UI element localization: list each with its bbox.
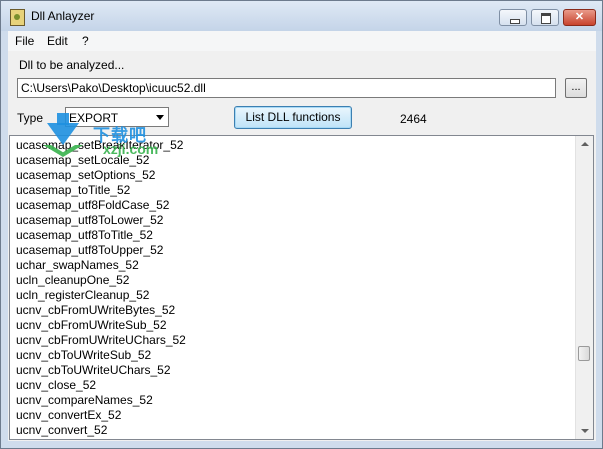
dll-path-input[interactable]: C:\Users\Pako\Desktop\icuuc52.dll xyxy=(17,78,556,98)
list-item[interactable]: uchar_swapNames_52 xyxy=(16,258,186,273)
minimize-icon xyxy=(510,19,520,24)
maximize-icon xyxy=(541,13,551,24)
list-item[interactable]: ucasemap_toTitle_52 xyxy=(16,183,186,198)
list-item[interactable]: ucasemap_utf8FoldCase_52 xyxy=(16,198,186,213)
list-item[interactable]: ucln_cleanupOne_52 xyxy=(16,273,186,288)
list-item[interactable]: ucnv_close_52 xyxy=(16,378,186,393)
list-item[interactable]: ucnv_cbFromUWriteBytes_52 xyxy=(16,303,186,318)
scroll-thumb[interactable] xyxy=(578,346,590,362)
list-item[interactable]: ucnv_cbFromUWriteSub_52 xyxy=(16,318,186,333)
path-label: Dll to be analyzed... xyxy=(19,58,125,72)
list-item[interactable]: ucln_registerCleanup_52 xyxy=(16,288,186,303)
type-label: Type xyxy=(17,111,44,125)
close-icon: ✕ xyxy=(574,11,585,23)
app-window: Dll Anlayzer ✕ File Edit ? Dll to be ana… xyxy=(0,0,603,449)
list-item[interactable]: ucnv_compareNames_52 xyxy=(16,393,186,408)
menu-edit[interactable]: Edit xyxy=(47,34,68,48)
list-item[interactable]: ucasemap_utf8ToTitle_52 xyxy=(16,228,186,243)
chevron-down-icon xyxy=(156,115,164,120)
menu-bar: File Edit ? xyxy=(8,31,596,51)
list-item[interactable]: ucnv_cbFromUWriteUChars_52 xyxy=(16,333,186,348)
menu-file[interactable]: File xyxy=(15,34,34,48)
list-dll-functions-button[interactable]: List DLL functions xyxy=(234,106,352,129)
list-item[interactable]: ucasemap_setOptions_52 xyxy=(16,168,186,183)
functions-list: ucasemap_setBreakIterator_52 ucasemap_set… xyxy=(16,138,186,438)
list-item[interactable]: ucasemap_setBreakIterator_52 xyxy=(16,138,186,153)
list-item[interactable]: ucasemap_utf8ToLower_52 xyxy=(16,213,186,228)
scroll-up-arrow-icon[interactable] xyxy=(576,136,593,153)
list-item[interactable]: ucnv_convert_52 xyxy=(16,423,186,438)
list-item[interactable]: ucasemap_setLocale_52 xyxy=(16,153,186,168)
maximize-button[interactable] xyxy=(531,9,559,26)
scroll-down-arrow-icon[interactable] xyxy=(576,422,593,439)
list-item[interactable]: ucnv_cbToUWriteUChars_52 xyxy=(16,363,186,378)
window-title: Dll Anlayzer xyxy=(31,9,95,23)
minimize-button[interactable] xyxy=(499,9,527,26)
function-count: 2464 xyxy=(400,112,427,126)
browse-button[interactable]: ... xyxy=(565,78,587,98)
client-area: File Edit ? Dll to be analyzed... C:\Use… xyxy=(8,31,596,441)
app-icon xyxy=(10,9,25,26)
close-button[interactable]: ✕ xyxy=(563,9,596,26)
menu-help[interactable]: ? xyxy=(82,34,89,48)
list-item[interactable]: ucnv_cbToUWriteSub_52 xyxy=(16,348,186,363)
list-item[interactable]: ucasemap_utf8ToUpper_52 xyxy=(16,243,186,258)
vertical-scrollbar[interactable] xyxy=(575,136,593,439)
list-item[interactable]: ucnv_convertEx_52 xyxy=(16,408,186,423)
functions-listbox[interactable]: ucasemap_setBreakIterator_52 ucasemap_set… xyxy=(9,135,594,440)
type-dropdown[interactable]: EXPORT xyxy=(65,107,169,127)
title-bar[interactable]: Dll Anlayzer ✕ xyxy=(1,1,602,31)
type-dropdown-value: EXPORT xyxy=(69,111,119,125)
